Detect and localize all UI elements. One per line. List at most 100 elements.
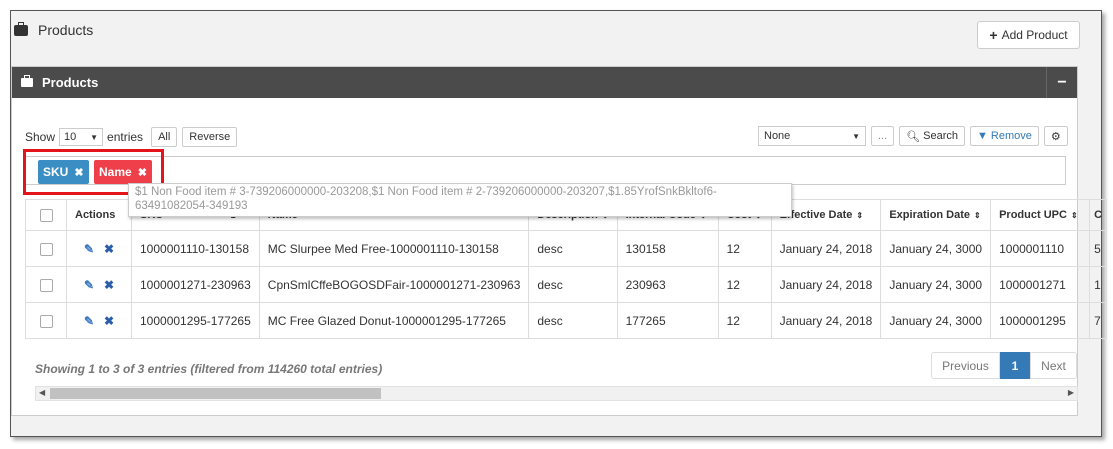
cell-description: desc — [528, 230, 618, 267]
row-checkbox[interactable] — [39, 242, 53, 256]
search-button-label: Search — [923, 130, 958, 142]
col-product-upc-label: Product UPC — [999, 209, 1067, 221]
cell-product-upc: 1000001271 — [990, 266, 1091, 303]
cell-internal-code: 177265 — [616, 302, 719, 339]
row-checkbox-cell[interactable] — [25, 266, 67, 303]
cell-description: desc — [528, 302, 618, 339]
cell-expiration-date: January 24, 3000 — [880, 266, 992, 303]
panel-header: Products − — [12, 67, 1077, 98]
filter-icon: ▼ — [977, 130, 988, 142]
next-button[interactable]: Next — [1030, 352, 1077, 379]
horizontal-scrollbar[interactable]: ◀ ▶ — [35, 386, 1078, 401]
cell-name: CpnSmlCffeBOGOSDFair-1000001271-230963 — [258, 266, 530, 303]
page-1-button[interactable]: 1 — [1000, 352, 1030, 379]
cell-name: MC Slurpee Med Free-1000001110-130158 — [258, 230, 530, 267]
table-row: ✎ ✖ 1000001110-130158 MC Slurpee Med Free… — [25, 230, 1108, 267]
select-all-checkbox-cell[interactable] — [25, 199, 67, 231]
cell-sku: 1000001271-230963 — [131, 266, 260, 303]
remove-filter-button[interactable]: ▼ Remove — [970, 126, 1039, 146]
col-truncated: C — [1089, 199, 1108, 231]
settings-button[interactable]: ⚙ — [1043, 126, 1068, 146]
scroll-thumb[interactable] — [50, 388, 381, 399]
add-product-button[interactable]: + Add Product — [977, 21, 1080, 49]
show-label: Show — [25, 130, 56, 144]
page-title: Products — [38, 22, 94, 38]
search-controls: None ▼ ... 🔍︎ Search ▼ Remove ⚙ — [758, 126, 1068, 146]
col-expiration-date-label: Expiration Date — [889, 209, 971, 221]
delete-icon[interactable]: ✖ — [104, 314, 114, 328]
entries-label: entries — [107, 130, 144, 144]
row-actions: ✎ ✖ — [66, 230, 132, 267]
plus-icon: + — [989, 27, 998, 43]
briefcase-icon — [14, 21, 28, 36]
products-table: Actions SKU▲ Name▲▼ Description⇕ Interna… — [25, 199, 1108, 339]
sort-icon: ⇕ — [974, 211, 981, 220]
minus-icon: − — [1057, 73, 1067, 91]
cell-internal-code: 130158 — [616, 230, 719, 267]
select-all-checkbox[interactable] — [39, 208, 53, 222]
search-icon: 🔍︎ — [906, 130, 921, 143]
gear-icon: ⚙ — [1050, 130, 1061, 143]
scroll-right-icon[interactable]: ▶ — [1068, 388, 1074, 397]
sort-icon: ⇕ — [856, 211, 864, 220]
table-row: ✎ ✖ 1000001295-177265 MC Free Glazed Donu… — [25, 302, 1108, 339]
cell-cost: 12 — [717, 302, 772, 339]
cell-product-upc: 1000001110 — [990, 230, 1091, 267]
cell-truncated: 7 — [1089, 302, 1108, 339]
briefcase-icon — [21, 75, 33, 87]
page-header: Products — [14, 21, 94, 38]
remove-button-label: Remove — [990, 130, 1032, 142]
ellipsis-button[interactable]: ... — [871, 126, 895, 146]
row-checkbox-cell[interactable] — [25, 302, 67, 339]
pencil-icon[interactable]: ✎ — [84, 278, 94, 292]
pencil-icon[interactable]: ✎ — [84, 242, 94, 256]
cell-cost: 12 — [717, 266, 772, 303]
cell-sku: 1000001295-177265 — [131, 302, 260, 339]
chevron-down-icon: ▼ — [90, 132, 99, 142]
cell-product-upc: 1000001295 — [990, 302, 1091, 339]
col-product-upc[interactable]: Product UPC ⇕ — [990, 199, 1091, 231]
cell-effective-date: January 24, 2018 — [770, 302, 882, 339]
scroll-left-icon[interactable]: ◀ — [39, 388, 45, 397]
row-actions: ✎ ✖ — [66, 266, 132, 303]
add-product-label: Add Product — [1001, 28, 1068, 42]
column-select-value: None — [764, 130, 791, 142]
sort-icon: ⇕ — [1070, 211, 1078, 220]
cell-expiration-date: January 24, 3000 — [880, 230, 992, 267]
cell-effective-date: January 24, 2018 — [770, 230, 882, 267]
cell-internal-code: 230963 — [616, 266, 719, 303]
col-actions: Actions — [66, 199, 132, 231]
column-filter-input[interactable] — [25, 156, 1066, 185]
tag-tooltip: $1 Non Food item # 3-739206000000-203208… — [128, 183, 792, 217]
pencil-icon[interactable]: ✎ — [84, 314, 94, 328]
cell-description: desc — [528, 266, 618, 303]
cell-truncated: 5 — [1089, 230, 1108, 267]
cell-cost: 12 — [717, 230, 772, 267]
row-checkbox-cell[interactable] — [25, 230, 67, 267]
delete-icon[interactable]: ✖ — [104, 278, 114, 292]
page-size-value: 10 — [64, 131, 77, 143]
cell-truncated: 1 — [1089, 266, 1108, 303]
cell-name: MC Free Glazed Donut-1000001295-177265 — [258, 302, 530, 339]
panel-title: Products — [42, 75, 99, 90]
pagination: Previous 1 Next — [931, 352, 1077, 379]
previous-button[interactable]: Previous — [931, 352, 1000, 379]
length-controls: Show 10 ▼ entries All Reverse — [25, 127, 238, 147]
column-select[interactable]: None ▼ — [758, 126, 866, 146]
table-info: Showing 1 to 3 of 3 entries (filtered fr… — [35, 362, 383, 376]
search-button[interactable]: 🔍︎ Search — [899, 126, 965, 146]
cell-expiration-date: January 24, 3000 — [880, 302, 992, 339]
collapse-panel-button[interactable]: − — [1046, 67, 1077, 98]
col-expiration-date[interactable]: Expiration Date ⇕ — [880, 199, 992, 231]
chevron-down-icon: ▼ — [852, 131, 860, 141]
row-checkbox[interactable] — [39, 314, 53, 328]
cell-sku: 1000001110-130158 — [131, 230, 260, 267]
reverse-button[interactable]: Reverse — [182, 127, 238, 147]
row-checkbox[interactable] — [39, 278, 53, 292]
cell-effective-date: January 24, 2018 — [770, 266, 882, 303]
row-actions: ✎ ✖ — [66, 302, 132, 339]
table-row: ✎ ✖ 1000001271-230963 CpnSmlCffeBOGOSDFai… — [25, 266, 1108, 303]
delete-icon[interactable]: ✖ — [104, 242, 114, 256]
all-button[interactable]: All — [151, 127, 178, 147]
page-size-select[interactable]: 10 ▼ — [59, 128, 104, 146]
